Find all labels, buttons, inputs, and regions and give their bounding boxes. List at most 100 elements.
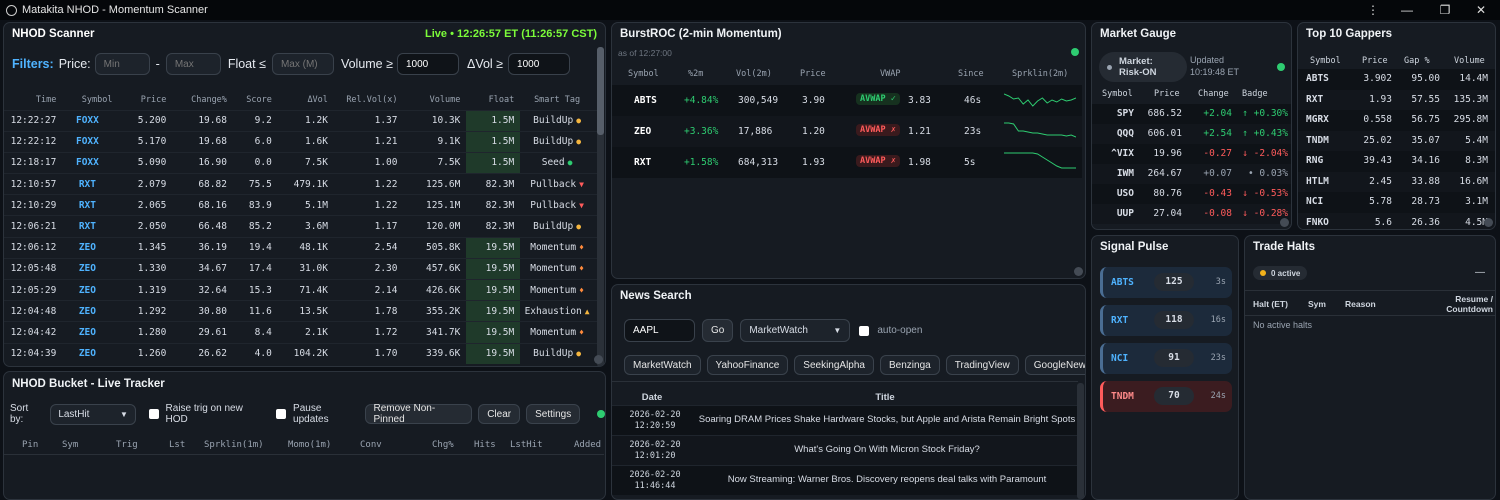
gappers-row[interactable]: RXT 1.93 57.55 135.3M: [1298, 89, 1495, 110]
gappers-row[interactable]: TNDM 25.02 35.07 5.4M: [1298, 130, 1495, 151]
pause-updates-checkbox[interactable]: [276, 409, 287, 419]
resize-handle[interactable]: [1484, 218, 1493, 227]
kebab-menu-icon[interactable]: ⋮: [1356, 0, 1390, 20]
burst-vol: 684,313: [738, 157, 779, 168]
scanner-cell: 1.280: [118, 321, 173, 344]
scanner-cell: 1.319: [118, 278, 173, 301]
resize-handle[interactable]: [594, 355, 603, 364]
scanner-cell-value: Momentum: [530, 326, 577, 338]
news-source-chip[interactable]: SeekingAlpha: [794, 355, 874, 375]
scanner-row[interactable]: 12:04:42 ZEO 1.280 29.61 8.4 2.1K 1.72 341.7K 19…: [4, 321, 600, 344]
scanner-row[interactable]: 12:04:39 ZEO 1.260 26.62 4.0 104.2K 1.70 339.6K…: [4, 342, 600, 365]
price-min-input[interactable]: [94, 53, 150, 75]
scanner-cell-value: Momentum: [530, 242, 577, 254]
news-row[interactable]: 2026-02-20 11:46:44 Now Streaming: Warner …: [612, 465, 1078, 495]
gappers-row[interactable]: ABTS 3.902 95.00 14.4M: [1298, 69, 1495, 90]
scanner-cell-value: 7.5K: [305, 157, 328, 169]
news-source-select[interactable]: MarketWatch ▼: [740, 319, 851, 342]
gauge-row[interactable]: QQQ 606.01 +2.54 ↑ +0.43%: [1092, 124, 1291, 144]
gappers-row[interactable]: NCI 5.78 28.73 3.1M: [1298, 192, 1495, 213]
resize-handle[interactable]: [1280, 218, 1289, 227]
news-scrollbar[interactable]: [1077, 383, 1084, 499]
scanner-scroll-thumb[interactable]: [597, 47, 604, 135]
gauge-row[interactable]: ^VIX 19.96 -0.27 ↓ -2.04%: [1092, 144, 1291, 164]
scanner-row[interactable]: 12:18:17 FOXX 5.090 16.90 0.0 7.5K 1.00 7.5K 1.5…: [4, 151, 600, 174]
remove-non-pinned-button[interactable]: Remove Non-Pinned: [364, 403, 473, 425]
news-row[interactable]: 2026-02-20 12:20:59 Soaring DRAM Prices Sh…: [612, 405, 1078, 435]
scanner-row[interactable]: 12:10:29 RXT 2.065 68.16 83.9 5.1M 1.22 125.1M 8…: [4, 194, 600, 216]
halts-col-sym: Sym: [1308, 299, 1326, 309]
scanner-row[interactable]: 12:06:12 ZEO 1.345 36.19 19.4 48.1K 2.54 505.8K…: [4, 236, 600, 259]
float-max-input[interactable]: [271, 53, 334, 75]
scanner-row[interactable]: 12:22:12 FOXX 5.170 19.68 6.0 1.6K 1.21 9.1K 1.5…: [4, 130, 600, 153]
scanner-cell: 7.5K: [277, 151, 334, 174]
gappers-row[interactable]: HTLM 2.45 33.88 16.6M: [1298, 171, 1495, 192]
sparkline-line: [1004, 93, 1076, 107]
gappers-row[interactable]: FNKO 5.6 26.36 4.5M: [1298, 212, 1495, 229]
scanner-row[interactable]: 12:05:48 ZEO 1.330 34.67 17.4 31.0K 2.30 457.6K…: [4, 257, 600, 280]
gauge-row[interactable]: USO 80.76 -0.43 ↓ -0.53%: [1092, 184, 1291, 204]
settings-button[interactable]: Settings: [526, 404, 581, 424]
scanner-row[interactable]: 12:10:57 RXT 2.079 68.82 75.5 479.1K 1.22 125.6…: [4, 173, 600, 195]
news-source-chip[interactable]: Benzinga: [880, 355, 940, 375]
gappers-cell: 295.8M: [1453, 114, 1488, 125]
burst-vol: 300,549: [738, 95, 779, 106]
close-icon[interactable]: ✕: [1464, 0, 1498, 20]
burst-pct: +3.36%: [684, 126, 719, 137]
go-button[interactable]: Go: [702, 319, 734, 342]
scanner-cell: 36.19: [172, 236, 233, 259]
pulse-item[interactable]: NCI 91 23s: [1100, 343, 1232, 374]
burst-row[interactable]: ABTS +4.84% 300,549 3.90 AVWAP ✓ 3.83 46s: [612, 85, 1082, 116]
scanner-row[interactable]: 12:06:21 RXT 2.050 66.48 85.2 3.6M 1.17 120.0M 8…: [4, 215, 600, 238]
minimize-icon[interactable]: —: [1390, 0, 1424, 20]
price-max-input[interactable]: [165, 53, 221, 75]
scanner-cell: 75.5: [232, 173, 278, 195]
news-source-chip[interactable]: TradingView: [945, 355, 1019, 375]
scanner-cell-value: 104.2K: [293, 348, 328, 360]
dvol-min-input[interactable]: [508, 53, 571, 75]
raise-trig-checkbox[interactable]: [148, 409, 159, 419]
scanner-cell-value: 12:06:12: [10, 242, 57, 254]
volume-label: Volume ≥: [340, 57, 393, 71]
news-query-input[interactable]: [624, 319, 695, 342]
burst-row[interactable]: ZEO +3.36% 17,886 1.20 AVWAP ✗ 1.21 23s: [612, 116, 1082, 147]
scanner-row[interactable]: 12:04:48 ZEO 1.292 30.80 11.6 13.5K 1.78 355.2K…: [4, 300, 600, 322]
halts-table-header: Halt (ET) Sym Reason Resume / Countdown: [1245, 290, 1495, 316]
scanner-cell-value: 1.22: [374, 178, 398, 190]
news-row[interactable]: 2026-02-20 12:01:20 What's Going On With M…: [612, 435, 1078, 465]
scanner-cell: 10.3K: [403, 109, 467, 132]
nhod-bucket-panel: NHOD Bucket - Live Tracker Sort by: Last…: [3, 371, 606, 500]
pulse-item[interactable]: ABTS 125 3s: [1100, 267, 1232, 298]
pulse-item[interactable]: TNDM 70 24s: [1100, 381, 1232, 412]
burst-row[interactable]: RXT +1.58% 684,313 1.93 AVWAP ✗ 1.98 5s: [612, 147, 1082, 178]
pulse-count: 125: [1154, 273, 1194, 291]
halts-collapse-button[interactable]: —: [1475, 267, 1485, 278]
gappers-cell: 28.73: [1411, 196, 1440, 207]
circle-amber-icon: ●: [576, 137, 582, 147]
gappers-cell: 16.6M: [1459, 175, 1488, 187]
gappers-row[interactable]: MGRX 0.558 56.75 295.8M: [1298, 110, 1495, 131]
burst-vol: 17,886: [738, 126, 773, 137]
scanner-row[interactable]: 12:05:29 ZEO 1.319 32.64 15.3 71.4K 2.14 426.6K…: [4, 278, 600, 301]
auto-open-checkbox[interactable]: [859, 325, 870, 336]
news-source-chip[interactable]: GoogleNews: [1024, 355, 1085, 375]
gauge-row[interactable]: IWM 264.67 +0.07 • 0.03%: [1092, 164, 1291, 184]
volume-min-input[interactable]: [396, 53, 459, 75]
scanner-cell: 2.30: [333, 257, 404, 280]
sort-select[interactable]: LastHit ▼: [50, 403, 136, 425]
resize-handle[interactable]: [1074, 267, 1083, 276]
news-source-chip[interactable]: YahooFinance: [706, 355, 789, 375]
pulse-item[interactable]: RXT 118 16s: [1100, 305, 1232, 336]
news-date-time: 11:46:44: [634, 481, 676, 491]
news-source-chip[interactable]: MarketWatch: [624, 355, 701, 375]
scanner-cell: 125.6M: [403, 173, 467, 195]
gauge-row[interactable]: UUP 27.04 -0.08 ↓ -0.28%: [1092, 204, 1291, 224]
scanner-cell-value: 1.72: [374, 326, 398, 338]
gauge-row[interactable]: SPY 686.52 +2.04 ↑ +0.30%: [1092, 104, 1291, 124]
gappers-cell: ABTS: [1306, 73, 1329, 84]
scanner-row[interactable]: 12:22:27 FOXX 5.200 19.68 9.2 1.2K 1.37 10.3K 1.…: [4, 109, 600, 132]
clear-button[interactable]: Clear: [478, 404, 521, 424]
scanner-cell: 479.1K: [277, 173, 334, 195]
gappers-row[interactable]: RNG 39.43 34.16 8.3M: [1298, 151, 1495, 172]
maximize-icon[interactable]: ❐: [1428, 0, 1462, 20]
